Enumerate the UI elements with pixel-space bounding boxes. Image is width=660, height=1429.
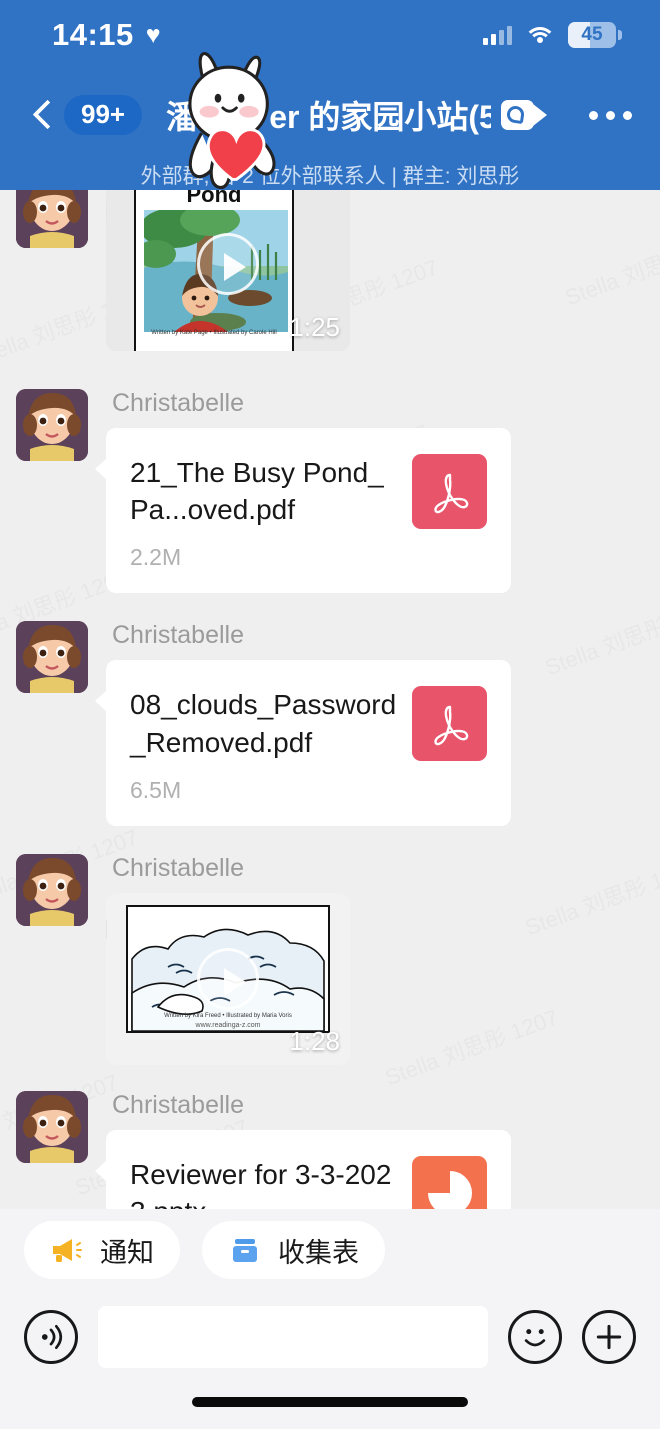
file-name: 08_clouds_Password_Removed.pdf <box>130 689 397 758</box>
book-credit: Written by Kira Freed • Illustrated by M… <box>164 1012 292 1019</box>
message-row-video[interactable]: LEVELED BOOK • D The Busy Pond <box>0 190 660 351</box>
sender-name: Christabelle <box>112 1090 245 1119</box>
play-button-icon[interactable] <box>197 232 259 295</box>
sender-name: Christabelle <box>112 853 245 882</box>
emoji-icon[interactable] <box>508 1310 562 1364</box>
message-input-bar <box>0 1291 660 1383</box>
quick-action-label: 收集表 <box>278 1237 359 1268</box>
plus-icon[interactable] <box>582 1310 636 1364</box>
avatar[interactable] <box>16 853 88 926</box>
pptx-file-icon <box>412 1155 487 1209</box>
message-row-file[interactable]: Christabelle Reviewer for 3-3-2023.pptx <box>0 1090 660 1209</box>
file-name: 21_The Busy Pond_Pa...oved.pdf <box>130 457 384 526</box>
cellular-signal-icon <box>483 25 512 45</box>
nav-actions <box>501 100 632 130</box>
quick-action-bar: 通知 收集表 <box>0 1209 660 1291</box>
message-content: Christabelle Reviewer for 3-3-2023.pptx <box>95 1090 511 1209</box>
video-call-icon[interactable] <box>501 100 547 130</box>
message-row-video[interactable]: Christabelle LEVELED BOOK • D Clouds <box>0 853 660 1065</box>
message-list[interactable]: Stella 刘思彤 1207 Stella 刘思彤 1207 Stella 刘… <box>0 190 660 1209</box>
message-content: Christabelle LEVELED BOOK • D Clouds <box>106 854 350 1065</box>
book-title-line2: Pond <box>186 190 242 207</box>
battery-level: 45 <box>581 24 603 45</box>
message-row-file[interactable]: Christabelle 08_clouds_Password_Removed.… <box>0 621 660 826</box>
quick-action-notice[interactable]: 通知 <box>24 1221 180 1279</box>
video-duration: 1:25 <box>289 312 340 342</box>
message-content: Christabelle 21_The Busy Pond_Pa...oved.… <box>95 389 511 594</box>
navigation-bar: 99+ 潘 er 的家园小站(5) <box>0 70 660 160</box>
video-duration: 1:28 <box>289 1025 340 1056</box>
back-chevron-icon[interactable] <box>28 100 58 130</box>
message-content: Christabelle 08_clouds_Password_Removed.… <box>95 621 511 826</box>
file-info: Reviewer for 3-3-2023.pptx <box>130 1156 412 1209</box>
book-credit: Written by Kate Page • Illustrated by Ca… <box>151 330 277 336</box>
file-size: 2.2M <box>130 544 182 571</box>
file-message-bubble[interactable]: 08_clouds_Password_Removed.pdf 6.5M <box>95 660 511 826</box>
status-bar-right: 45 <box>483 22 622 48</box>
status-bar-left: 14:15 ♥ <box>52 17 161 53</box>
chat-screen: 14:15 ♥ 45 99+ 潘 er 的家园小站(5) 外部群, 含 2 位外… <box>0 0 660 1429</box>
avatar[interactable] <box>16 190 88 248</box>
pdf-file-icon <box>412 686 487 762</box>
video-message-bubble[interactable]: LEVELED BOOK • D The Busy Pond <box>106 190 350 351</box>
collection-form-icon <box>233 1239 257 1262</box>
avatar[interactable] <box>16 1090 88 1163</box>
group-subtitle-bar: 外部群, 含 2 位外部联系人 | 群主: 刘思彤 <box>0 160 660 190</box>
play-button-icon[interactable] <box>197 947 259 1010</box>
file-size: 6.5M <box>130 776 182 803</box>
message-content: LEVELED BOOK • D The Busy Pond <box>106 190 350 351</box>
video-thumbnail[interactable]: LEVELED BOOK • D Clouds <box>106 892 350 1065</box>
wifi-icon <box>527 25 553 45</box>
quick-action-label: 通知 <box>100 1237 154 1268</box>
avatar[interactable] <box>16 389 88 461</box>
group-subtitle: 外部群, 含 2 位外部联系人 | 群主: 刘思彤 <box>140 165 520 188</box>
sender-name: Christabelle <box>112 621 245 650</box>
message-row-file[interactable]: Christabelle 21_The Busy Pond_Pa...oved.… <box>0 389 660 594</box>
unread-count-badge[interactable]: 99+ <box>64 95 143 135</box>
status-time: 14:15 <box>52 17 134 52</box>
page-title: 潘 er 的家园小站(5) <box>166 99 491 135</box>
heart-icon: ♥ <box>145 20 161 49</box>
file-name: Reviewer for 3-3-2023.pptx <box>130 1158 392 1209</box>
file-message-bubble[interactable]: 21_The Busy Pond_Pa...oved.pdf 2.2M <box>95 428 511 594</box>
app-header: 14:15 ♥ 45 99+ 潘 er 的家园小站(5) 外部群, 含 2 位外… <box>0 0 660 190</box>
file-info: 21_The Busy Pond_Pa...oved.pdf 2.2M <box>130 454 412 571</box>
message-input[interactable] <box>98 1306 488 1368</box>
status-bar: 14:15 ♥ 45 <box>0 0 660 70</box>
video-thumbnail[interactable]: LEVELED BOOK • D The Busy Pond <box>106 190 350 351</box>
avatar[interactable] <box>16 621 88 694</box>
more-options-icon[interactable] <box>589 110 632 120</box>
megaphone-icon <box>53 1239 82 1262</box>
video-message-bubble[interactable]: LEVELED BOOK • D Clouds <box>106 892 350 1065</box>
home-indicator <box>192 1397 468 1407</box>
file-info: 08_clouds_Password_Removed.pdf 6.5M <box>130 686 412 803</box>
file-message-bubble[interactable]: Reviewer for 3-3-2023.pptx <box>95 1129 511 1209</box>
sender-name: Christabelle <box>112 389 245 417</box>
battery-icon: 45 <box>568 22 622 48</box>
pdf-file-icon <box>412 454 487 529</box>
voice-input-icon[interactable] <box>24 1310 78 1364</box>
quick-action-collect-form[interactable]: 收集表 <box>202 1221 385 1279</box>
